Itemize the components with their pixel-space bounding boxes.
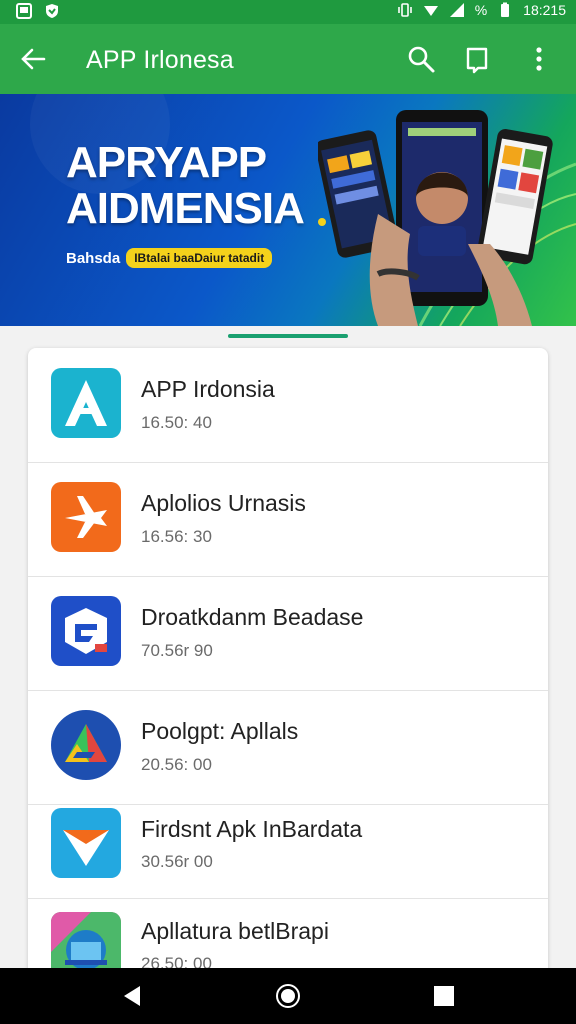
banner-tag-pill: IBtalai baaDaiur tatadit bbox=[126, 248, 273, 268]
nav-back-icon[interactable] bbox=[118, 982, 146, 1010]
app-meta: 16.56: 30 bbox=[141, 527, 212, 546]
status-time: 18:215 bbox=[523, 2, 566, 18]
app-meta: 70.56r 90 bbox=[141, 641, 213, 660]
chevron-shield-icon bbox=[51, 808, 121, 878]
nav-recent-icon[interactable] bbox=[430, 982, 458, 1010]
system-nav-bar bbox=[0, 968, 576, 1024]
gallery-icon bbox=[16, 3, 32, 19]
list-item[interactable]: Aplolios Urnasis 16.56: 30 bbox=[28, 462, 548, 577]
list-item[interactable]: APP Irdonsia 16.50: 40 bbox=[28, 348, 548, 463]
promo-banner[interactable]: APRYAPP AIDMENSIA Bahsda IBtalai baaDaiu… bbox=[0, 94, 576, 326]
list-item[interactable]: Droatkdanm Beadase 70.56r 90 bbox=[28, 576, 548, 691]
shield-icon bbox=[46, 4, 58, 18]
banner-headline: APRYAPP AIDMENSIA bbox=[66, 138, 305, 233]
app-list-card: APP Irdonsia 16.50: 40 Aplolios Urnasis … bbox=[28, 348, 548, 988]
battery-indicator: % bbox=[474, 2, 488, 18]
list-item[interactable]: Firdsnt Apk InBardata 30.56r 00 bbox=[28, 794, 548, 899]
back-arrow-icon[interactable] bbox=[18, 44, 48, 74]
wifi-icon bbox=[423, 6, 438, 16]
bookmark-icon[interactable] bbox=[462, 44, 492, 74]
app-name: Aplolios Urnasis bbox=[141, 490, 306, 516]
app-name: Firdsnt Apk InBardata bbox=[141, 816, 363, 842]
nav-home-icon[interactable] bbox=[274, 982, 302, 1010]
a-letter-icon bbox=[51, 368, 121, 438]
app-bar: APP Irlonesa bbox=[0, 24, 576, 94]
signal-icon bbox=[449, 3, 464, 17]
app-meta: 30.56r 00 bbox=[141, 852, 213, 871]
banner-page-indicator bbox=[228, 334, 348, 338]
phones-illustration bbox=[318, 110, 553, 326]
status-bar: % 18:215 bbox=[0, 0, 576, 24]
app-name: Droatkdanm Beadase bbox=[141, 604, 364, 630]
app-name: Apllatura betlBrapi bbox=[141, 918, 329, 944]
triangle-icon bbox=[51, 710, 121, 780]
battery-icon bbox=[501, 2, 510, 17]
more-vert-icon[interactable] bbox=[524, 44, 554, 74]
banner-tag-text: Bahsda bbox=[66, 249, 121, 267]
app-meta: 20.56: 00 bbox=[141, 755, 212, 774]
banner-headline-line1: APRYAPP bbox=[66, 138, 267, 187]
app-name: APP Irdonsia bbox=[141, 376, 275, 402]
plane-icon bbox=[51, 482, 121, 552]
app-meta: 16.50: 40 bbox=[141, 413, 212, 432]
banner-tagline: Bahsda IBtalai baaDaiur tatadit bbox=[66, 248, 273, 268]
app-bar-title: APP Irlonesa bbox=[86, 46, 234, 74]
banner-headline-line2: AIDMENSIA bbox=[66, 184, 305, 233]
search-icon[interactable] bbox=[406, 44, 436, 74]
list-item[interactable]: Poolgpt: Apllals 20.56: 00 bbox=[28, 690, 548, 805]
app-name: Poolgpt: Apllals bbox=[141, 718, 299, 744]
g-shield-icon bbox=[51, 596, 121, 666]
vibrate-icon bbox=[397, 3, 412, 17]
